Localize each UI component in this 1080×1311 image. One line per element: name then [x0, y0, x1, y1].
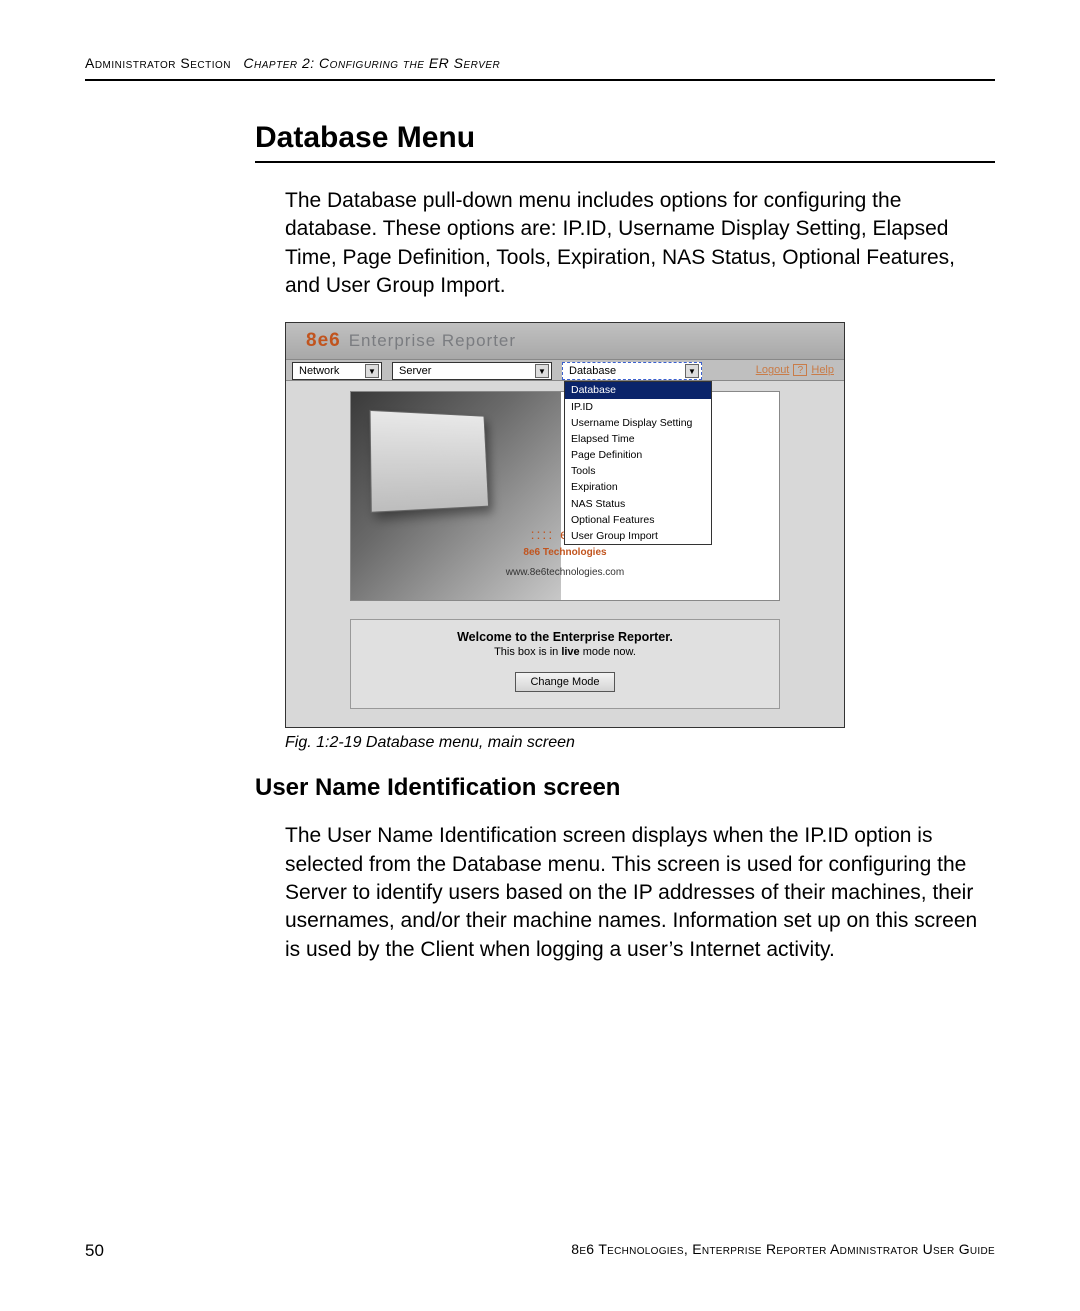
chevron-down-icon: ▼: [685, 364, 699, 378]
logout-link[interactable]: Logout: [756, 364, 790, 376]
paragraph-intro: The Database pull-down menu includes opt…: [285, 187, 985, 300]
change-mode-button[interactable]: Change Mode: [515, 672, 614, 692]
running-header: Administrator Section Chapter 2: Configu…: [85, 55, 995, 81]
database-dropdown[interactable]: Database ▼: [562, 362, 702, 380]
app-title: Enterprise Reporter: [349, 331, 516, 351]
db-menu-item[interactable]: User Group Import: [565, 528, 711, 544]
splash-url: www.8e6technologies.com: [506, 567, 624, 578]
db-menu-item[interactable]: NAS Status: [565, 496, 711, 512]
paragraph-username-id: The User Name Identification screen disp…: [285, 822, 985, 964]
heading-username-identification: User Name Identification screen: [255, 774, 995, 802]
db-menu-item[interactable]: IP.ID: [565, 399, 711, 415]
help-link[interactable]: Help: [811, 364, 834, 376]
database-dropdown-label: Database: [569, 365, 616, 377]
app-logo: 8e6: [306, 330, 341, 352]
network-dropdown-label: Network: [299, 365, 339, 377]
splash-company: 8e6 Technologies: [523, 547, 606, 558]
chevron-down-icon: ▼: [535, 364, 549, 378]
welcome-panel: Welcome to the Enterprise Reporter. This…: [350, 619, 780, 709]
database-menu-list: Database IP.ID Username Display Setting …: [564, 381, 712, 545]
welcome-mode-text: This box is in live mode now.: [359, 646, 771, 658]
server-dropdown-label: Server: [399, 365, 431, 377]
app-body: Database IP.ID Username Display Setting …: [286, 381, 844, 727]
chevron-down-icon: ▼: [365, 364, 379, 378]
page-number: 50: [85, 1241, 104, 1261]
figure-caption: Fig. 1:2-19 Database menu, main screen: [285, 734, 995, 752]
header-section: Administrator Section: [85, 55, 231, 71]
heading-database-menu: Database Menu: [255, 121, 995, 163]
db-menu-item[interactable]: Optional Features: [565, 512, 711, 528]
db-menu-item[interactable]: Page Definition: [565, 447, 711, 463]
help-icon[interactable]: ?: [793, 364, 807, 376]
header-chapter: Chapter 2: Configuring the ER Server: [243, 55, 500, 71]
footer-text: 8e6 Technologies, Enterprise Reporter Ad…: [571, 1241, 995, 1261]
network-dropdown[interactable]: Network ▼: [292, 362, 382, 380]
server-dropdown[interactable]: Server ▼: [392, 362, 552, 380]
db-menu-item[interactable]: Expiration: [565, 479, 711, 495]
app-menubar: Network ▼ Server ▼ Database ▼ Logout ? H…: [286, 359, 844, 381]
app-titlebar: 8e6 Enterprise Reporter: [286, 323, 844, 359]
figure-screenshot: 8e6 Enterprise Reporter Network ▼ Server…: [285, 322, 845, 728]
db-menu-item[interactable]: Elapsed Time: [565, 431, 711, 447]
db-menu-item[interactable]: Username Display Setting: [565, 415, 711, 431]
page-footer: 50 8e6 Technologies, Enterprise Reporter…: [85, 1241, 995, 1261]
db-menu-item[interactable]: Database: [565, 382, 711, 398]
db-menu-item[interactable]: Tools: [565, 463, 711, 479]
welcome-heading: Welcome to the Enterprise Reporter.: [359, 630, 771, 644]
